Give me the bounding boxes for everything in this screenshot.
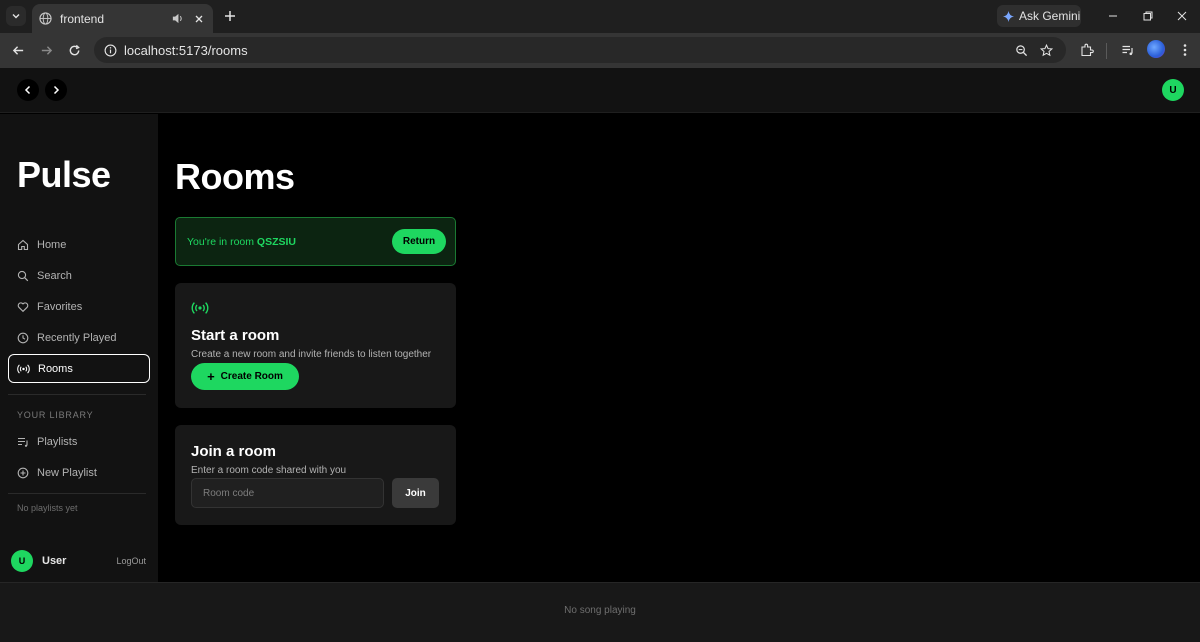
plus-circle-icon	[16, 466, 29, 479]
speaker-icon[interactable]	[169, 11, 185, 27]
join-room-card: Join a room Enter a room code shared wit…	[175, 425, 456, 525]
url-text: localhost:5173/rooms	[124, 42, 248, 58]
sidebar-item-label: Playlists	[37, 435, 78, 448]
toolbar-separator	[1106, 43, 1107, 59]
player-bar: No song playing	[0, 582, 1200, 642]
minimize-icon[interactable]	[1103, 6, 1123, 26]
room-code-input[interactable]	[191, 478, 384, 508]
heart-icon	[16, 300, 29, 313]
close-icon[interactable]	[191, 11, 207, 27]
user-avatar-top[interactable]: U	[1162, 79, 1184, 101]
sidebar-item-label: Rooms	[38, 362, 73, 375]
playlist-icon	[16, 435, 29, 448]
home-icon	[16, 238, 29, 251]
app-top-bar: U	[0, 68, 1200, 113]
browser-toolbar: localhost:5173/rooms	[0, 33, 1200, 68]
tab-title: frontend	[60, 11, 105, 26]
sidebar-item-home[interactable]: Home	[8, 230, 150, 259]
browser-tab[interactable]: frontend	[32, 4, 213, 33]
history-forward-chevron-icon[interactable]	[45, 79, 67, 101]
zoom-icon[interactable]	[1011, 40, 1031, 60]
user-name: User	[42, 555, 67, 567]
sidebar-divider	[8, 394, 146, 395]
join-room-title: Join a room	[191, 443, 277, 460]
back-arrow-icon[interactable]	[8, 40, 28, 60]
return-button[interactable]: Return	[392, 229, 446, 254]
ask-gemini-label: Ask Gemini	[1019, 9, 1081, 23]
broadcast-icon	[17, 362, 30, 375]
page-title: Rooms	[175, 156, 295, 197]
brand-logo: Pulse	[17, 154, 111, 195]
join-room-subtitle: Enter a room code shared with you	[191, 465, 347, 476]
sidebar-item-label: Favorites	[37, 300, 83, 313]
clock-icon	[16, 331, 29, 344]
sidebar-user-row: U User LogOut	[11, 550, 151, 572]
main-content: Rooms You're in room QSZSIU Return Start…	[158, 114, 1200, 582]
start-room-title: Start a room	[191, 327, 280, 344]
window-close-icon[interactable]	[1172, 6, 1192, 26]
sidebar-item-rooms[interactable]: Rooms	[8, 354, 150, 383]
sidebar: Pulse Home Search Favorites Recently Pla…	[0, 114, 158, 582]
sidebar-item-playlists[interactable]: Playlists	[8, 427, 150, 456]
current-room-text: You're in room QSZSIU	[187, 236, 296, 248]
create-room-label: Create Room	[220, 371, 283, 382]
current-room-banner: You're in room QSZSIU Return	[175, 217, 456, 266]
search-icon	[16, 269, 29, 282]
logout-link[interactable]: LogOut	[116, 556, 146, 566]
sidebar-item-label: Recently Played	[37, 331, 117, 344]
sidebar-item-favorites[interactable]: Favorites	[8, 292, 150, 321]
site-info-icon[interactable]	[100, 40, 120, 60]
tab-search-chevron-icon[interactable]	[6, 6, 26, 26]
sidebar-item-new-playlist[interactable]: New Playlist	[8, 458, 150, 487]
sidebar-divider	[8, 493, 146, 494]
sidebar-item-label: Search	[37, 269, 72, 282]
new-tab-plus-icon[interactable]	[221, 7, 239, 25]
broadcast-icon	[191, 301, 209, 315]
more-menu-icon[interactable]	[1175, 40, 1195, 60]
player-status: No song playing	[564, 605, 636, 616]
sidebar-item-recently-played[interactable]: Recently Played	[8, 323, 150, 352]
address-bar[interactable]: localhost:5173/rooms	[94, 37, 1066, 63]
sidebar-item-label: Home	[37, 238, 67, 251]
restore-icon[interactable]	[1138, 6, 1158, 26]
bookmark-star-icon[interactable]	[1036, 40, 1056, 60]
media-controls-icon[interactable]	[1118, 40, 1138, 60]
avatar[interactable]: U	[11, 550, 33, 572]
sidebar-item-search[interactable]: Search	[8, 261, 150, 290]
reload-icon[interactable]	[64, 40, 84, 60]
join-button[interactable]: Join	[392, 478, 439, 508]
forward-arrow-icon[interactable]	[36, 40, 56, 60]
browser-profile-avatar[interactable]	[1147, 40, 1165, 58]
start-room-card: Start a room Create a new room and invit…	[175, 283, 456, 408]
start-room-subtitle: Create a new room and invite friends to …	[191, 349, 432, 360]
sidebar-item-label: New Playlist	[37, 466, 97, 479]
ask-gemini-button[interactable]: Ask Gemini	[997, 5, 1081, 27]
gemini-sparkle-icon	[1003, 10, 1014, 22]
no-playlists-text: No playlists yet	[17, 503, 78, 513]
browser-tab-bar: frontend Ask Gemini	[0, 0, 1200, 33]
extensions-puzzle-icon[interactable]	[1077, 40, 1097, 60]
room-code: QSZSIU	[256, 236, 296, 248]
globe-icon	[38, 12, 52, 26]
create-room-button[interactable]: + Create Room	[191, 363, 299, 390]
history-back-chevron-icon[interactable]	[17, 79, 39, 101]
library-section-label: YOUR LIBRARY	[17, 410, 94, 420]
plus-icon: +	[207, 369, 215, 384]
current-room-prefix: You're in room	[187, 236, 257, 248]
